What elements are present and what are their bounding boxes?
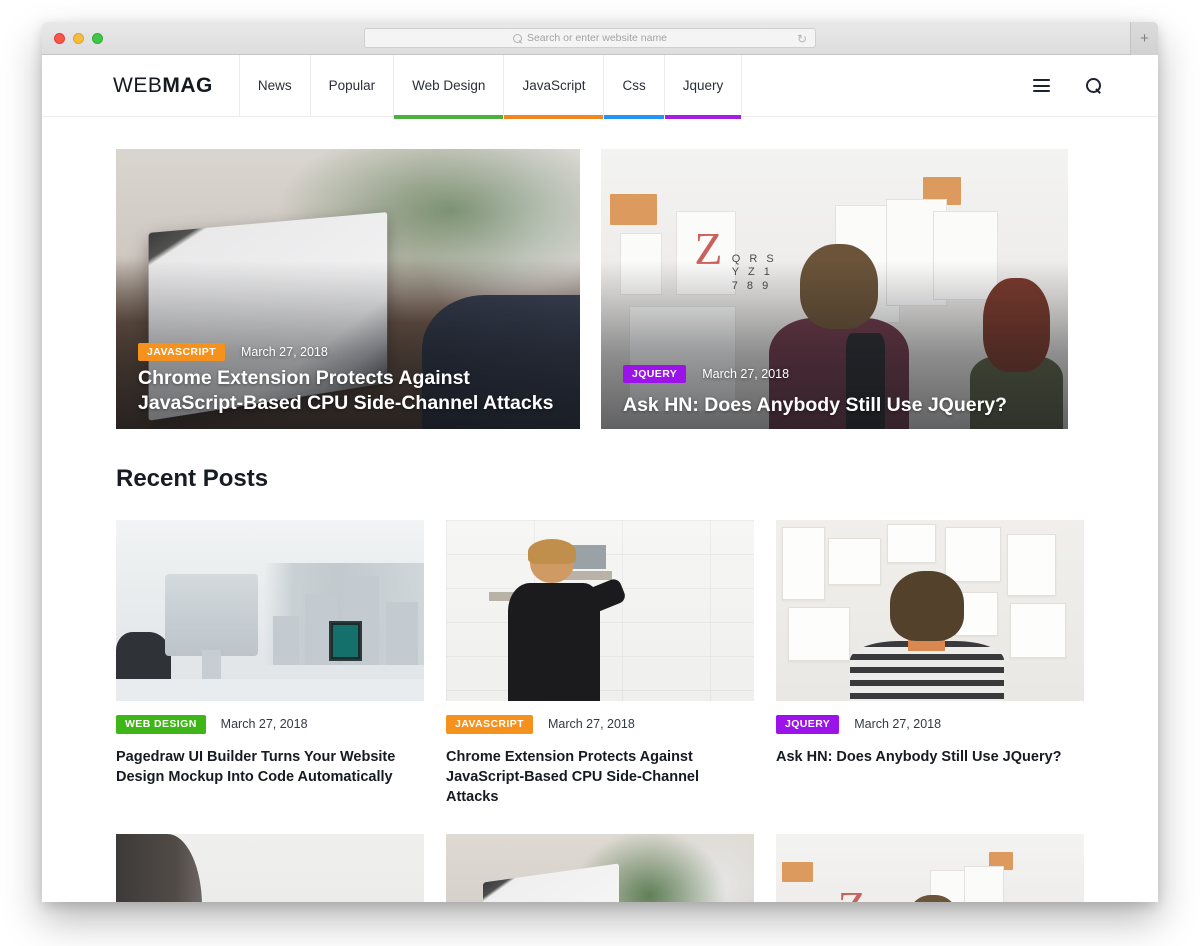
post-meta: JAVASCRIPT March 27, 2018 bbox=[446, 715, 754, 734]
nav-item-jquery[interactable]: Jquery bbox=[663, 55, 743, 119]
post-card[interactable]: JQUERY March 27, 2018 Ask HN: Does Anybo… bbox=[776, 520, 1084, 807]
category-badge[interactable]: JQUERY bbox=[776, 715, 840, 734]
logo-text-mag: MAG bbox=[162, 73, 213, 97]
imac-office-window-photo bbox=[116, 520, 424, 701]
recent-posts-grid-next-row: Z bbox=[116, 833, 1084, 902]
zoom-window-button[interactable] bbox=[92, 33, 103, 44]
search-icon bbox=[512, 33, 522, 43]
category-badge[interactable]: JQUERY bbox=[623, 364, 687, 383]
nav-underline bbox=[664, 115, 742, 119]
hands-tablet-photo bbox=[116, 833, 424, 902]
post-title[interactable]: Ask HN: Does Anybody Still Use JQuery? bbox=[623, 393, 1046, 418]
header-actions bbox=[1033, 55, 1102, 116]
post-meta: WEB DESIGN March 27, 2018 bbox=[116, 715, 424, 734]
nav-label: Web Design bbox=[412, 78, 486, 93]
post-card[interactable] bbox=[446, 833, 754, 902]
post-card[interactable]: WEB DESIGN March 27, 2018 Pagedraw UI Bu… bbox=[116, 520, 424, 807]
nav-underline bbox=[504, 115, 604, 119]
post-title[interactable]: Chrome Extension Protects Against JavaSc… bbox=[446, 747, 754, 807]
page-viewport: WEB MAG News Popular Web Design JavaScrip… bbox=[42, 55, 1158, 902]
featured-posts-row: JAVASCRIPT March 27, 2018 Chrome Extensi… bbox=[116, 149, 1084, 429]
post-title[interactable]: Ask HN: Does Anybody Still Use JQuery? bbox=[776, 747, 1084, 767]
post-thumbnail[interactable] bbox=[116, 833, 424, 902]
post-card[interactable]: Z bbox=[776, 833, 1084, 902]
post-meta: JQUERY March 27, 2018 bbox=[623, 364, 790, 383]
post-title[interactable]: Chrome Extension Protects Against JavaSc… bbox=[138, 366, 558, 416]
site-logo[interactable]: WEB MAG bbox=[113, 55, 239, 116]
post-thumbnail[interactable] bbox=[776, 520, 1084, 701]
post-card[interactable] bbox=[116, 833, 424, 902]
post-title[interactable]: Pagedraw UI Builder Turns Your Website D… bbox=[116, 747, 424, 787]
browser-titlebar: Search or enter website name ↻ + bbox=[42, 22, 1158, 55]
category-badge[interactable]: JAVASCRIPT bbox=[446, 715, 533, 734]
nav-label: Jquery bbox=[682, 78, 724, 93]
laptop-plant-photo bbox=[446, 833, 754, 902]
nav-label: Popular bbox=[328, 78, 376, 93]
nav-underline bbox=[394, 115, 504, 119]
featured-post-card[interactable]: Z Q R SY Z 17 8 9 JQUERY March 27, 2018 … bbox=[601, 149, 1068, 429]
post-date: March 27, 2018 bbox=[702, 366, 790, 381]
reload-icon[interactable]: ↻ bbox=[797, 33, 807, 45]
featured-post-card[interactable]: JAVASCRIPT March 27, 2018 Chrome Extensi… bbox=[116, 149, 580, 429]
post-thumbnail[interactable] bbox=[116, 520, 424, 701]
post-meta: JQUERY March 27, 2018 bbox=[776, 715, 1084, 734]
post-card[interactable]: JAVASCRIPT March 27, 2018 Chrome Extensi… bbox=[446, 520, 754, 807]
nav-item-news[interactable]: News bbox=[238, 55, 310, 119]
close-window-button[interactable] bbox=[54, 33, 65, 44]
browser-window: Search or enter website name ↻ + WEB MAG … bbox=[42, 22, 1158, 902]
category-badge[interactable]: JAVASCRIPT bbox=[138, 342, 225, 361]
content-container: JAVASCRIPT March 27, 2018 Chrome Extensi… bbox=[42, 149, 1158, 902]
address-bar-placeholder: Search or enter website name bbox=[526, 32, 668, 44]
category-badge[interactable]: WEB DESIGN bbox=[116, 715, 206, 734]
section-title-recent-posts: Recent Posts bbox=[116, 465, 269, 492]
post-meta: JAVASCRIPT March 27, 2018 bbox=[138, 342, 328, 361]
new-tab-button[interactable]: + bbox=[1130, 22, 1158, 55]
main-nav: News Popular Web Design JavaScript Css J… bbox=[238, 55, 743, 119]
nav-underline bbox=[311, 115, 394, 119]
address-bar[interactable]: Search or enter website name ↻ bbox=[364, 28, 816, 48]
logo-text-web: WEB bbox=[113, 73, 163, 97]
post-date: March 27, 2018 bbox=[220, 717, 308, 732]
nav-item-css[interactable]: Css bbox=[603, 55, 664, 119]
post-date: March 27, 2018 bbox=[240, 344, 328, 359]
post-date: March 27, 2018 bbox=[854, 717, 942, 732]
nav-label: JavaScript bbox=[522, 78, 586, 93]
search-icon[interactable] bbox=[1086, 77, 1102, 94]
nav-item-popular[interactable]: Popular bbox=[309, 55, 394, 119]
nav-item-javascript[interactable]: JavaScript bbox=[503, 55, 604, 119]
site-header: WEB MAG News Popular Web Design JavaScrip… bbox=[42, 55, 1158, 119]
hamburger-icon[interactable] bbox=[1033, 79, 1050, 92]
nav-label: News bbox=[257, 78, 292, 93]
man-brick-wall-photo bbox=[446, 520, 754, 701]
post-date: March 27, 2018 bbox=[547, 717, 635, 732]
nav-underline bbox=[604, 115, 664, 119]
recent-posts-grid: WEB DESIGN March 27, 2018 Pagedraw UI Bu… bbox=[116, 520, 1084, 807]
nav-label: Css bbox=[622, 78, 646, 93]
post-thumbnail[interactable] bbox=[446, 833, 754, 902]
nav-underline bbox=[240, 115, 310, 119]
post-thumbnail[interactable]: Z bbox=[776, 833, 1084, 902]
post-thumbnail[interactable] bbox=[446, 520, 754, 701]
window-controls bbox=[54, 33, 103, 44]
pinned-notes-wall-photo bbox=[776, 520, 1084, 701]
nav-item-web-design[interactable]: Web Design bbox=[393, 55, 504, 119]
minimize-window-button[interactable] bbox=[73, 33, 84, 44]
whiteboard-team-photo: Z bbox=[776, 833, 1084, 902]
